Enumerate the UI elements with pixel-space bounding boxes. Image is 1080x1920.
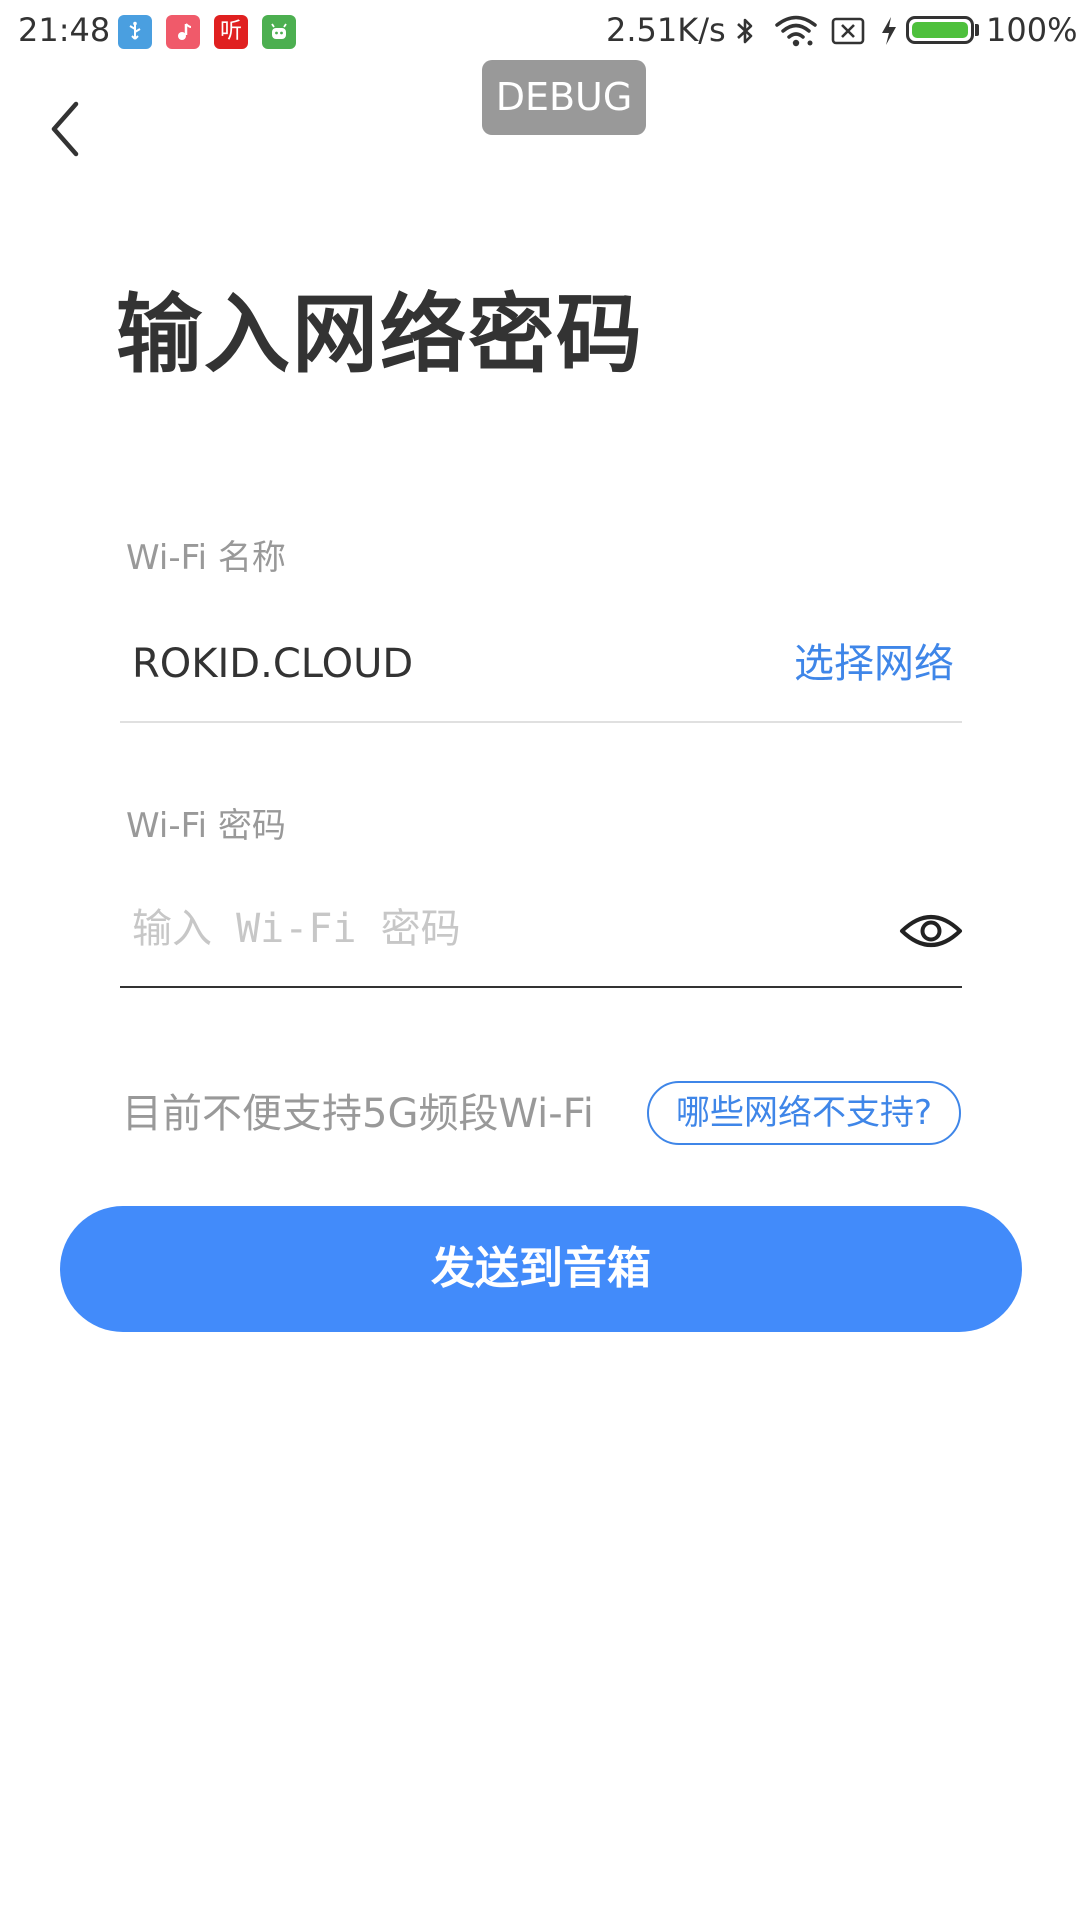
5g-unsupported-note: 目前不便支持5G频段Wi-Fi [122,1091,594,1137]
usb-icon [118,15,152,49]
page-title: 输入网络密码 [116,285,644,385]
ssid-divider [120,721,962,723]
back-button[interactable] [36,94,96,164]
listen-app-label: 听 [219,19,242,44]
status-time: 21:48 [18,11,111,49]
battery-icon [906,16,974,44]
debug-badge: DEBUG [482,60,646,135]
wifi-icon [775,15,817,47]
bluetooth-icon [737,18,753,44]
password-label: Wi-Fi 密码 [126,806,286,846]
ssid-value: ROKID.CLOUD [132,641,414,687]
no-sim-icon [831,17,865,45]
password-input[interactable] [120,898,880,960]
battery-level [912,22,968,38]
choose-network-link[interactable]: 选择网络 [794,638,954,690]
send-to-speaker-button[interactable]: 发送到音箱 [60,1206,1022,1332]
unsupported-networks-link[interactable]: 哪些网络不支持? [647,1081,961,1145]
music-note-icon [166,15,200,49]
network-speed: 2.51K/s [606,11,726,49]
ssid-label: Wi-Fi 名称 [126,538,286,578]
charging-icon [882,17,896,45]
status-bar: 21:48 听 2.51K/s 100% [0,0,1080,62]
toggle-password-visibility-button[interactable] [896,905,966,957]
listen-app-icon: 听 [214,15,248,49]
battery-percent: 100% [986,11,1078,49]
chevron-left-icon [51,101,79,157]
eye-icon [900,915,962,947]
android-robot-icon [262,15,296,49]
battery-tip [975,24,979,36]
password-divider [120,986,962,988]
